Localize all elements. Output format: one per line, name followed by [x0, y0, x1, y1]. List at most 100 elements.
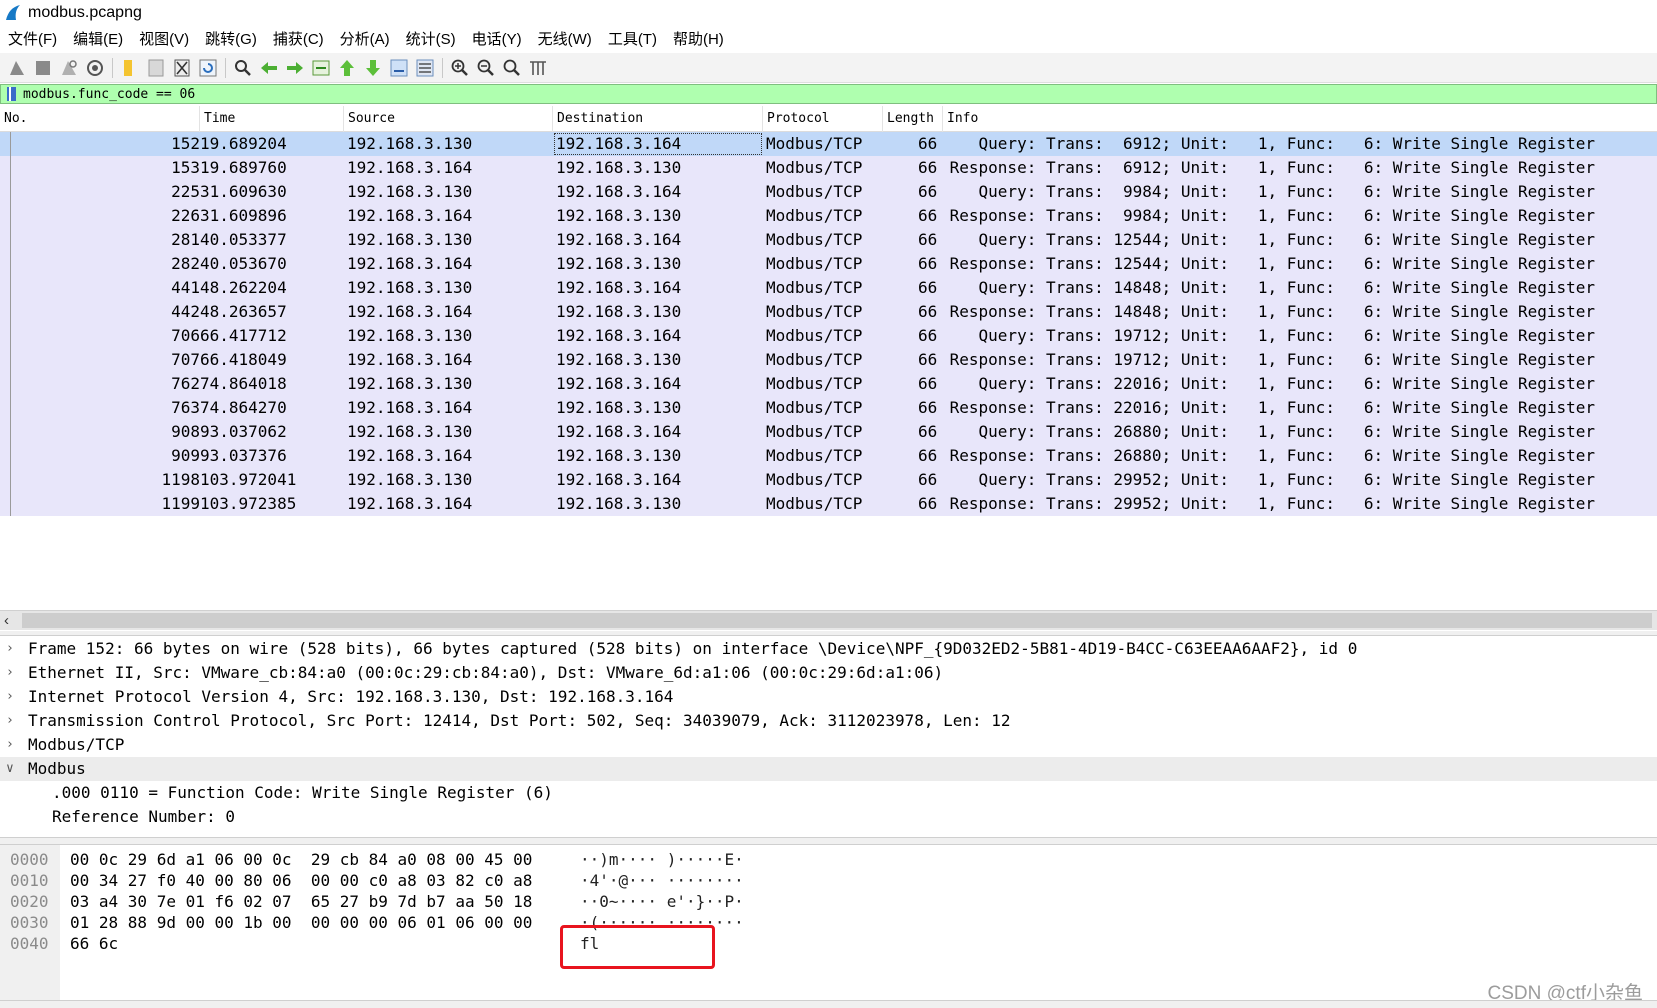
packet-row[interactable]: 909 93.037376 192.168.3.164 192.168.3.130 Mo… — [0, 444, 1657, 468]
detail-tree-node[interactable]: ∨ Modbus — [0, 757, 1657, 781]
packet-bytes-pane[interactable]: 0000 00 0c 29 6d a1 06 00 0c 29 cb 84 a0 … — [0, 845, 1657, 1000]
detail-tree-node[interactable]: › Ethernet II, Src: VMware_cb:84:a0 (00:0… — [0, 661, 1657, 685]
open-file-icon[interactable] — [119, 57, 141, 79]
menu-item-8[interactable]: 无线(W) — [530, 28, 600, 52]
menu-item-9[interactable]: 工具(T) — [600, 28, 665, 52]
packet-row[interactable]: 282 40.053670 192.168.3.164 192.168.3.130 Mo… — [0, 252, 1657, 276]
packet-time: 40.053377 — [200, 230, 287, 249]
column-header-time[interactable]: Time — [200, 106, 344, 132]
menu-item-2[interactable]: 视图(V) — [131, 28, 197, 52]
chevron-right-icon[interactable]: › — [6, 733, 20, 757]
detail-tree-node[interactable]: › Modbus/TCP — [0, 733, 1657, 757]
chevron-right-icon[interactable]: › — [6, 709, 20, 733]
display-filter-bar[interactable]: modbus.func_code == 06 — [0, 84, 1657, 104]
last-packet-icon[interactable] — [362, 57, 384, 79]
packet-destination: 192.168.3.130 — [556, 398, 682, 417]
start-capture-icon[interactable] — [6, 57, 28, 79]
save-file-icon[interactable] — [145, 57, 167, 79]
ascii-bytes: ··)m···· )·····E· — [580, 850, 744, 869]
menu-item-7[interactable]: 电话(Y) — [464, 28, 530, 52]
go-forward-icon[interactable] — [284, 57, 306, 79]
packet-destination: 192.168.3.164 — [556, 374, 682, 393]
packet-details-tree[interactable]: › Frame 152: 66 bytes on wire (528 bits),… — [0, 637, 1657, 837]
pane-splitter[interactable] — [0, 631, 1657, 636]
zoom-out-icon[interactable] — [475, 57, 497, 79]
hex-offset: 0040 — [10, 934, 49, 953]
packet-length: 66 — [918, 494, 938, 513]
detail-tree-node[interactable]: › Frame 152: 66 bytes on wire (528 bits),… — [0, 637, 1657, 661]
packet-number: 762 — [171, 374, 200, 393]
column-header-source[interactable]: Source — [344, 106, 553, 132]
packet-row[interactable]: 707 66.418049 192.168.3.164 192.168.3.130 Mo… — [0, 348, 1657, 372]
packet-row[interactable]: 762 74.864018 192.168.3.130 192.168.3.164 Mo… — [0, 372, 1657, 396]
colorize-icon[interactable] — [414, 57, 436, 79]
packet-length: 66 — [918, 422, 938, 441]
detail-field[interactable]: Reference Number: 0 — [0, 805, 1657, 829]
packet-row[interactable]: 442 48.263657 192.168.3.164 192.168.3.130 Mo… — [0, 300, 1657, 324]
scroll-left-arrow-icon[interactable]: ‹ — [4, 611, 9, 631]
menu-item-5[interactable]: 分析(A) — [332, 28, 398, 52]
packet-row[interactable]: 763 74.864270 192.168.3.164 192.168.3.130 Mo… — [0, 396, 1657, 420]
packet-destination: 192.168.3.130 — [556, 446, 682, 465]
find-packet-icon[interactable] — [232, 57, 254, 79]
close-file-icon[interactable] — [171, 57, 193, 79]
detail-tree-node[interactable]: › Internet Protocol Version 4, Src: 192.1… — [0, 685, 1657, 709]
capture-options-icon[interactable] — [84, 57, 106, 79]
resize-columns-icon[interactable] — [527, 57, 549, 79]
packet-info: Response: Trans: 26880; Unit: 1, Func: 6… — [940, 446, 1596, 465]
stop-capture-icon[interactable] — [32, 57, 54, 79]
chevron-right-icon[interactable]: › — [6, 637, 20, 661]
go-to-packet-icon[interactable] — [310, 57, 332, 79]
zoom-in-icon[interactable] — [449, 57, 471, 79]
column-header-destination[interactable]: Destination — [553, 106, 763, 132]
first-packet-icon[interactable] — [336, 57, 358, 79]
packet-row[interactable]: 152 19.689204 192.168.3.130 192.168.3.164 Mo… — [0, 132, 1657, 156]
restart-capture-icon[interactable] — [58, 57, 80, 79]
packet-info: Response: Trans: 9984; Unit: 1, Func: 6:… — [940, 206, 1596, 225]
detail-tree-node[interactable]: › Transmission Control Protocol, Src Port… — [0, 709, 1657, 733]
packet-number: 152 — [171, 134, 200, 153]
packet-number: 909 — [171, 446, 200, 465]
toolbar-separator — [225, 57, 226, 78]
menu-item-10[interactable]: 帮助(H) — [665, 28, 732, 52]
column-header-info[interactable]: Info — [943, 106, 1657, 132]
packet-row[interactable]: 281 40.053377 192.168.3.130 192.168.3.164 Mo… — [0, 228, 1657, 252]
detail-field[interactable]: .000 0110 = Function Code: Write Single … — [0, 781, 1657, 805]
packet-info: Query: Trans: 6912; Unit: 1, Func: 6: Wr… — [940, 134, 1596, 153]
zoom-normal-icon[interactable] — [501, 57, 523, 79]
chevron-right-icon[interactable]: › — [6, 685, 20, 709]
reload-icon[interactable] — [197, 57, 219, 79]
packet-row[interactable]: 706 66.417712 192.168.3.130 192.168.3.164 Mo… — [0, 324, 1657, 348]
menu-item-0[interactable]: 文件(F) — [0, 28, 65, 52]
column-header-no[interactable]: No. — [0, 106, 200, 132]
packet-source: 192.168.3.130 — [347, 182, 473, 201]
packet-row[interactable]: 1198 103.972041 192.168.3.130 192.168.3.164… — [0, 468, 1657, 492]
packet-protocol: Modbus/TCP — [766, 278, 863, 297]
packet-number: 1199 — [161, 494, 200, 513]
go-back-icon[interactable] — [258, 57, 280, 79]
packet-row[interactable]: 226 31.609896 192.168.3.164 192.168.3.130 Mo… — [0, 204, 1657, 228]
packet-number: 225 — [171, 182, 200, 201]
chevron-right-icon[interactable]: › — [6, 661, 20, 685]
packet-list-hscrollbar[interactable]: ‹ — [0, 610, 1657, 630]
column-header-protocol[interactable]: Protocol — [763, 106, 883, 132]
packet-list[interactable]: No. Time Source Destination Protocol Len… — [0, 106, 1657, 610]
scrollbar-thumb[interactable] — [22, 613, 1652, 628]
packet-row[interactable]: 441 48.262204 192.168.3.130 192.168.3.164 Mo… — [0, 276, 1657, 300]
chevron-down-icon[interactable]: ∨ — [6, 757, 20, 781]
autoscroll-icon[interactable] — [388, 57, 410, 79]
menu-item-1[interactable]: 编辑(E) — [65, 28, 131, 52]
packet-length: 66 — [918, 350, 938, 369]
bookmark-icon[interactable] — [5, 86, 19, 102]
pane-splitter[interactable] — [0, 837, 1657, 845]
packet-row[interactable]: 225 31.609630 192.168.3.130 192.168.3.164 Mo… — [0, 180, 1657, 204]
packet-row[interactable]: 1199 103.972385 192.168.3.164 192.168.3.130… — [0, 492, 1657, 516]
filter-input[interactable]: modbus.func_code == 06 — [23, 87, 195, 102]
packet-source: 192.168.3.130 — [347, 134, 473, 153]
packet-row[interactable]: 153 19.689760 192.168.3.164 192.168.3.130 Mo… — [0, 156, 1657, 180]
menu-item-3[interactable]: 跳转(G) — [197, 28, 265, 52]
menu-item-6[interactable]: 统计(S) — [398, 28, 464, 52]
packet-row[interactable]: 908 93.037062 192.168.3.130 192.168.3.164 Mo… — [0, 420, 1657, 444]
column-header-length[interactable]: Length — [883, 106, 943, 132]
menu-item-4[interactable]: 捕获(C) — [265, 28, 332, 52]
